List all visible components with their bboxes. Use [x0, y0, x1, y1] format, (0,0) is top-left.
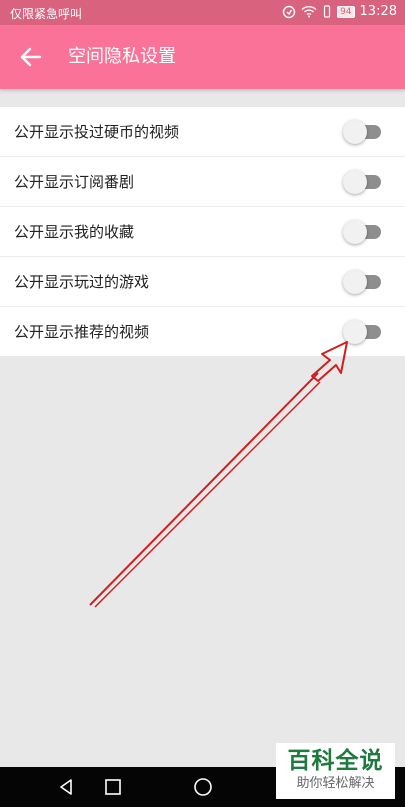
vibrate-icon: [323, 5, 331, 18]
nav-back-button[interactable]: [56, 777, 76, 797]
page-title: 空间隐私设置: [68, 46, 176, 67]
setting-row-coined-videos[interactable]: 公开显示投过硬币的视频: [0, 107, 405, 157]
app-bar: 空间隐私设置: [0, 25, 405, 89]
status-time: 13:28: [359, 4, 397, 19]
coined-videos-toggle[interactable]: [343, 120, 383, 144]
carrier-text: 仅限紧急呼叫: [10, 7, 83, 21]
setting-row-subscribed-bangumi[interactable]: 公开显示订阅番剧: [0, 157, 405, 207]
toggle-thumb: [343, 220, 367, 244]
toggle-thumb: [343, 320, 367, 344]
arrow-shaft-line: [89, 372, 319, 606]
status-bar: 仅限紧急呼叫 94 13:28: [0, 0, 405, 25]
status-indicators: 94 13:28: [277, 4, 397, 19]
data-saver-icon: [282, 5, 296, 18]
setting-row-played-games[interactable]: 公开显示玩过的游戏: [0, 257, 405, 307]
watermark-logo: 百科全说 助你轻松解决: [276, 743, 395, 799]
watermark-title: 百科全说: [287, 748, 384, 774]
battery-icon: 94: [337, 5, 355, 18]
setting-label: 公开显示推荐的视频: [14, 323, 150, 341]
toggle-thumb: [343, 120, 367, 144]
wifi-icon: [301, 5, 317, 18]
back-button[interactable]: [14, 41, 50, 73]
setting-label: 公开显示订阅番剧: [14, 173, 135, 191]
recommended-videos-toggle[interactable]: [343, 320, 383, 344]
subscribed-bangumi-toggle[interactable]: [343, 170, 383, 194]
nav-home-button[interactable]: [193, 777, 213, 797]
arrow-left-icon: [20, 47, 42, 67]
setting-label: 公开显示我的收藏: [14, 223, 135, 241]
square-recent-icon: [105, 779, 121, 795]
privacy-settings-list: 公开显示投过硬币的视频 公开显示订阅番剧 公开显示我的收藏 公开显示玩过的游戏 …: [0, 107, 405, 356]
watermark-subtitle: 助你轻松解决: [296, 776, 375, 791]
setting-row-favorites[interactable]: 公开显示我的收藏: [0, 207, 405, 257]
arrow-shaft-line: [94, 381, 321, 608]
played-games-toggle[interactable]: [343, 270, 383, 294]
toggle-thumb: [343, 170, 367, 194]
toggle-thumb: [343, 270, 367, 294]
circle-home-icon: [194, 778, 212, 796]
triangle-back-icon: [60, 779, 72, 795]
setting-label: 公开显示投过硬币的视频: [14, 123, 180, 141]
setting-row-recommended-videos[interactable]: 公开显示推荐的视频: [0, 307, 405, 356]
nav-recent-button[interactable]: [103, 777, 123, 797]
favorites-toggle[interactable]: [343, 220, 383, 244]
setting-label: 公开显示玩过的游戏: [14, 273, 150, 291]
